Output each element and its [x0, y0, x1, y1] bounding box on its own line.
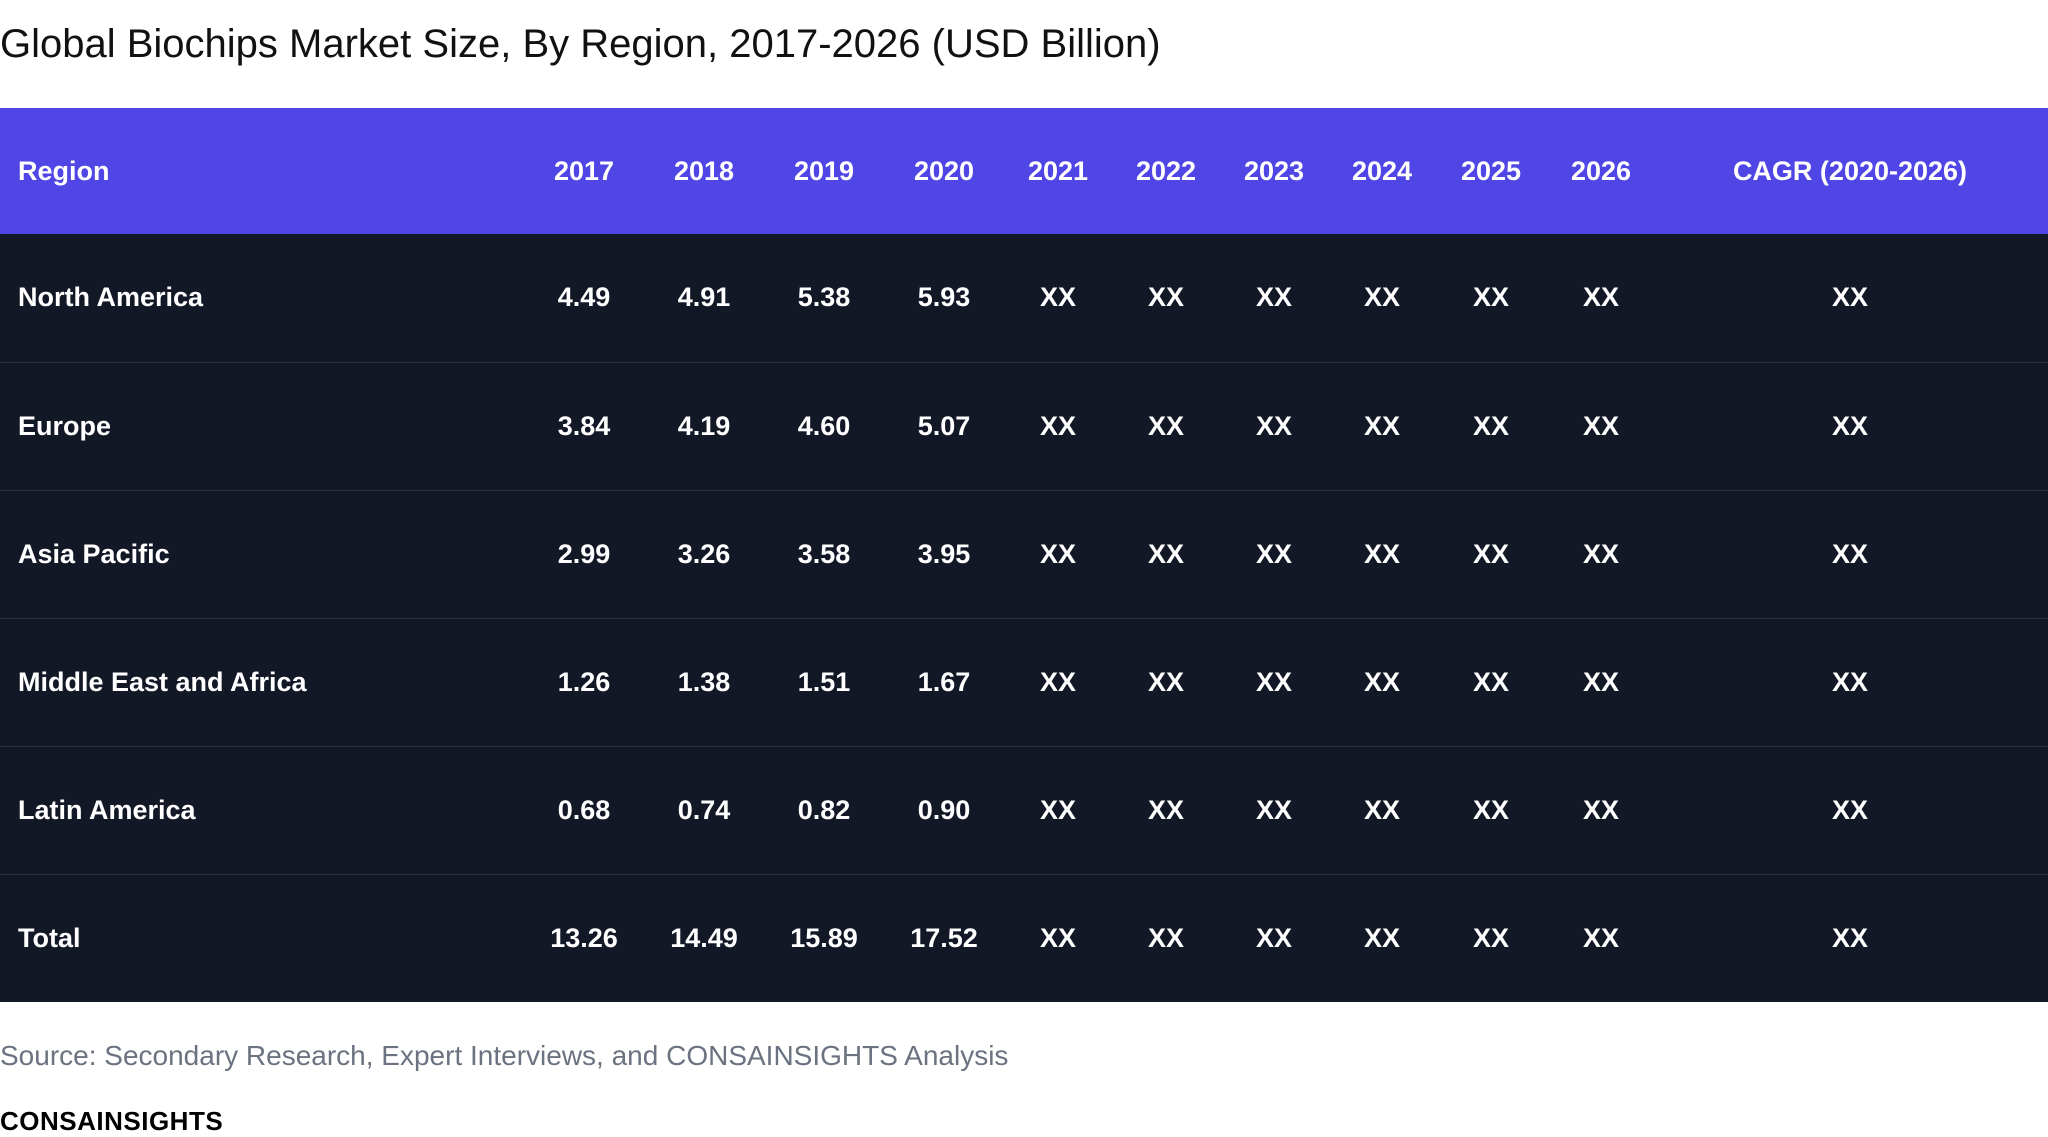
value-cell: XX: [1147, 538, 1185, 569]
value-cell: 4.91: [677, 282, 731, 313]
value-cell: XX: [1147, 794, 1185, 825]
value-cell: XX: [1039, 794, 1077, 825]
value-cell: XX: [1831, 282, 1869, 313]
value-cell: XX: [1255, 538, 1293, 569]
column-header: 2018: [673, 155, 735, 186]
value-cell: 1.51: [797, 666, 851, 697]
value-cell: XX: [1831, 666, 1869, 697]
value-cell: XX: [1472, 538, 1510, 569]
value-cell: XX: [1039, 538, 1077, 569]
brand-logo-text: CONSAINSIGHTS: [0, 1106, 224, 1136]
value-cell: XX: [1472, 922, 1510, 953]
column-header-region: Region: [18, 155, 110, 186]
value-cell: XX: [1255, 794, 1293, 825]
value-cell: XX: [1255, 282, 1293, 313]
table-header-row: Region 2017 2018 2019 2020 2021 2022 2023 2024 20…: [0, 108, 2048, 234]
region-cell: Middle East and Africa: [18, 666, 307, 697]
value-cell: 0.68: [557, 794, 611, 825]
value-cell: XX: [1363, 922, 1401, 953]
region-cell: North America: [18, 282, 204, 313]
value-cell: XX: [1363, 666, 1401, 697]
value-cell: 1.67: [917, 666, 971, 697]
value-cell: 13.26: [550, 922, 618, 953]
value-cell: XX: [1039, 282, 1077, 313]
table-row: Middle East and Africa 1.26 1.38 1.51 1.67 XX…: [0, 618, 2048, 746]
value-cell: XX: [1147, 922, 1185, 953]
column-header: CAGR (2020-2026): [1732, 155, 1968, 186]
table-row: Total 13.26 14.49 15.89 17.52 XX XX XX XX XX XX XX: [0, 874, 2048, 1002]
value-cell: XX: [1147, 410, 1185, 441]
value-cell: XX: [1582, 410, 1620, 441]
value-cell: 14.49: [670, 922, 738, 953]
value-cell: XX: [1472, 410, 1510, 441]
chart-title: Global Biochips Market Size, By Region, …: [0, 22, 1161, 66]
table-body: North America 4.49 4.91 5.38 5.93 XX XX XX XX XX X…: [0, 234, 2048, 1002]
column-header: 2017: [553, 155, 615, 186]
value-cell: XX: [1831, 922, 1869, 953]
table-row: Latin America 0.68 0.74 0.82 0.90 XX XX XX XX XX X…: [0, 746, 2048, 874]
value-cell: 4.19: [677, 410, 731, 441]
value-cell: 0.82: [797, 794, 851, 825]
table-row: Asia Pacific 2.99 3.26 3.58 3.95 XX XX XX XX XX XX…: [0, 490, 2048, 618]
column-header: 2022: [1135, 155, 1197, 186]
column-header: 2020: [913, 155, 975, 186]
value-cell: 4.49: [557, 282, 611, 313]
value-cell: 15.89: [790, 922, 858, 953]
column-header: 2025: [1460, 155, 1522, 186]
column-header: 2023: [1243, 155, 1305, 186]
value-cell: 3.84: [557, 410, 611, 441]
source-note: Source: Secondary Research, Expert Inter…: [0, 1040, 1009, 1071]
value-cell: XX: [1147, 282, 1185, 313]
region-cell: Latin America: [18, 794, 196, 825]
value-cell: XX: [1472, 282, 1510, 313]
value-cell: XX: [1582, 538, 1620, 569]
value-cell: XX: [1582, 922, 1620, 953]
region-cell: Asia Pacific: [18, 538, 170, 569]
value-cell: XX: [1831, 410, 1869, 441]
value-cell: XX: [1582, 794, 1620, 825]
value-cell: XX: [1039, 410, 1077, 441]
value-cell: XX: [1039, 666, 1077, 697]
value-cell: XX: [1363, 410, 1401, 441]
value-cell: XX: [1363, 794, 1401, 825]
column-header: 2019: [793, 155, 855, 186]
column-header: 2021: [1027, 155, 1089, 186]
value-cell: 1.38: [677, 666, 731, 697]
value-cell: XX: [1039, 922, 1077, 953]
region-cell: Total: [18, 922, 81, 953]
value-cell: 3.58: [797, 538, 851, 569]
value-cell: XX: [1831, 794, 1869, 825]
value-cell: 4.60: [797, 410, 851, 441]
value-cell: XX: [1831, 538, 1869, 569]
value-cell: 0.90: [917, 794, 971, 825]
value-cell: XX: [1472, 666, 1510, 697]
value-cell: 5.38: [797, 282, 851, 313]
region-cell: Europe: [18, 410, 112, 441]
column-header: 2026: [1570, 155, 1632, 186]
value-cell: XX: [1472, 794, 1510, 825]
value-cell: 1.26: [557, 666, 611, 697]
market-size-table: Region 2017 2018 2019 2020 2021 2022 2023 2024 20…: [0, 108, 2048, 1002]
value-cell: 5.93: [917, 282, 971, 313]
value-cell: XX: [1255, 666, 1293, 697]
value-cell: XX: [1582, 282, 1620, 313]
table-row: Europe 3.84 4.19 4.60 5.07 XX XX XX XX XX XX XX: [0, 362, 2048, 490]
value-cell: XX: [1363, 538, 1401, 569]
table-row: North America 4.49 4.91 5.38 5.93 XX XX XX XX XX X…: [0, 234, 2048, 362]
value-cell: 17.52: [910, 922, 978, 953]
value-cell: XX: [1255, 922, 1293, 953]
value-cell: XX: [1582, 666, 1620, 697]
value-cell: 3.26: [677, 538, 731, 569]
value-cell: 0.74: [677, 794, 731, 825]
column-header: 2024: [1351, 155, 1413, 186]
value-cell: XX: [1255, 410, 1293, 441]
value-cell: 3.95: [917, 538, 971, 569]
value-cell: 5.07: [917, 410, 971, 441]
value-cell: XX: [1147, 666, 1185, 697]
value-cell: XX: [1363, 282, 1401, 313]
value-cell: 2.99: [557, 538, 611, 569]
